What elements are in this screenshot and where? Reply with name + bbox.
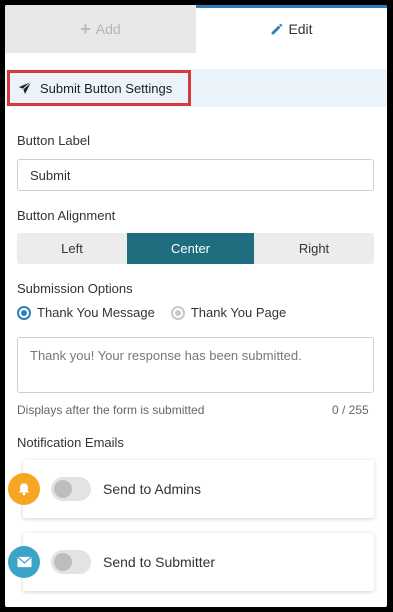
alignment-right-button[interactable]: Right (254, 233, 374, 264)
bell-icon (8, 473, 40, 505)
notification-card-submitter: Send to Submitter (23, 533, 374, 591)
button-label-heading: Button Label (17, 133, 91, 148)
submission-radio-group: Thank You Message Thank You Page (17, 305, 286, 320)
button-label-input[interactable]: Submit (17, 159, 374, 191)
tab-add[interactable]: + Add (5, 5, 196, 53)
radio-thank-you-message[interactable] (17, 305, 31, 320)
section-header-bar: Submit Button Settings (5, 69, 387, 107)
section-title: Submit Button Settings (7, 70, 191, 106)
paper-plane-icon (18, 81, 32, 95)
alignment-left-button[interactable]: Left (17, 233, 127, 264)
radio-thank-you-page-label[interactable]: Thank You Page (191, 305, 286, 320)
send-to-admins-label: Send to Admins (103, 481, 202, 497)
send-to-submitter-label: Send to Submitter (103, 554, 216, 570)
plus-icon: + (80, 19, 91, 39)
send-to-admins-toggle[interactable] (51, 477, 91, 501)
pencil-icon (272, 23, 283, 34)
submission-options-heading: Submission Options (17, 281, 133, 296)
tab-edit-label: Edit (288, 21, 313, 37)
message-hint: Displays after the form is submitted (17, 403, 205, 417)
tab-bar: + Add Edit (5, 5, 387, 53)
notification-card-admins: Send to Admins (23, 460, 374, 518)
send-to-submitter-toggle[interactable] (51, 550, 91, 574)
section-title-text: Submit Button Settings (40, 80, 173, 96)
thank-you-message-textarea[interactable]: Thank you! Your response has been submit… (17, 337, 374, 393)
button-alignment-heading: Button Alignment (17, 208, 116, 223)
notification-emails-heading: Notification Emails (17, 435, 124, 450)
alignment-center-button[interactable]: Center (127, 233, 254, 264)
radio-thank-you-message-label[interactable]: Thank You Message (37, 305, 155, 320)
form-settings-panel: + Add Edit Submit Button Settings Button… (5, 5, 387, 607)
radio-thank-you-page[interactable] (170, 305, 185, 320)
tab-add-label: Add (95, 21, 121, 37)
message-char-counter: 0 / 255 (332, 403, 369, 417)
tab-edit[interactable]: Edit (196, 5, 387, 53)
alignment-segmented-control: Left Center Right (17, 233, 374, 264)
envelope-icon (8, 546, 40, 578)
